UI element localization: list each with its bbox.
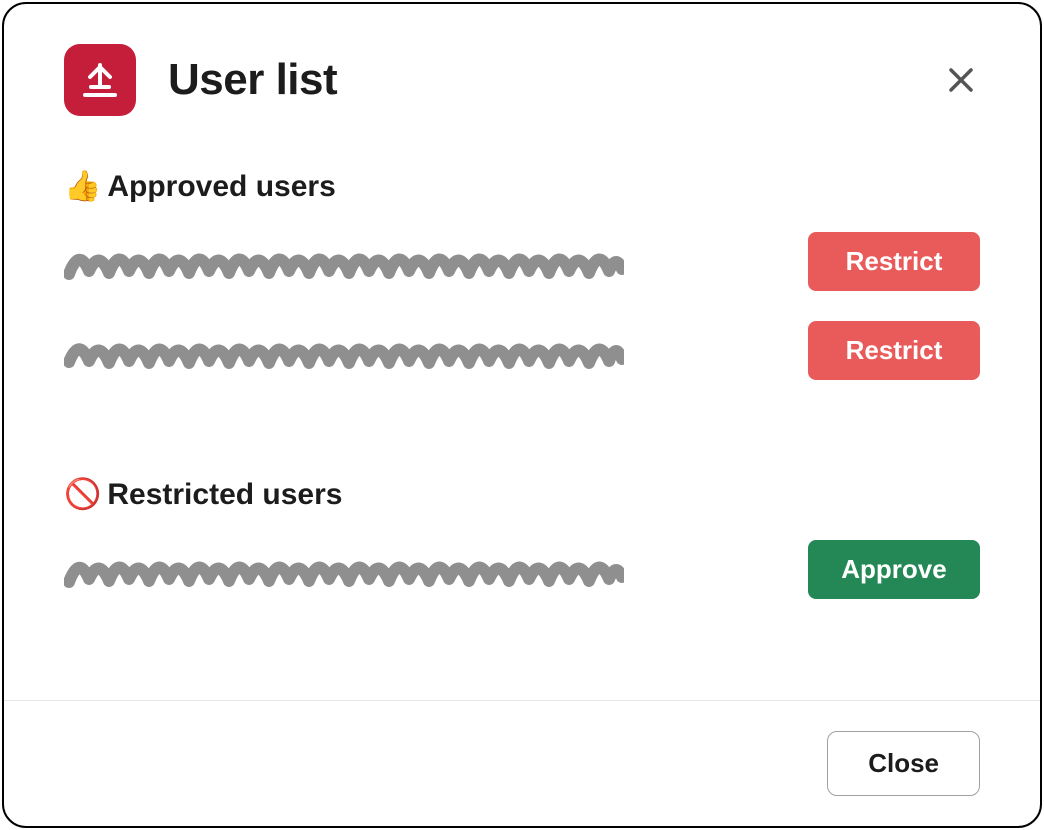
restricted-users-heading: 🚫 Restricted users <box>64 478 980 512</box>
restrict-button[interactable]: Restrict <box>808 232 980 291</box>
app-logo-icon <box>64 44 136 116</box>
modal-title: User list <box>168 55 937 105</box>
approve-button[interactable]: Approve <box>808 540 980 599</box>
no-entry-icon: 🚫 <box>64 480 101 510</box>
approved-users-heading-text: Approved users <box>107 170 335 204</box>
close-icon <box>945 64 977 96</box>
approved-users-heading: 👍 Approved users <box>64 170 980 204</box>
close-button[interactable]: Close <box>827 731 980 796</box>
restricted-user-row: Approve <box>64 540 980 599</box>
restricted-users-heading-text: Restricted users <box>107 478 342 512</box>
close-icon-button[interactable] <box>937 56 985 104</box>
approved-user-row: Restrict <box>64 232 980 291</box>
modal-footer: Close <box>4 700 1040 826</box>
user-list-modal: User list 👍 Approved users Restrict <box>2 2 1042 828</box>
redacted-user-name <box>64 547 624 593</box>
thumbs-up-icon: 👍 <box>64 172 101 202</box>
redacted-user-name <box>64 328 624 374</box>
restrict-button[interactable]: Restrict <box>808 321 980 380</box>
modal-header: User list <box>4 4 1040 136</box>
modal-body: 👍 Approved users Restrict Restrict 🚫 Res… <box>4 136 1040 700</box>
approved-user-row: Restrict <box>64 321 980 380</box>
redacted-user-name <box>64 239 624 285</box>
